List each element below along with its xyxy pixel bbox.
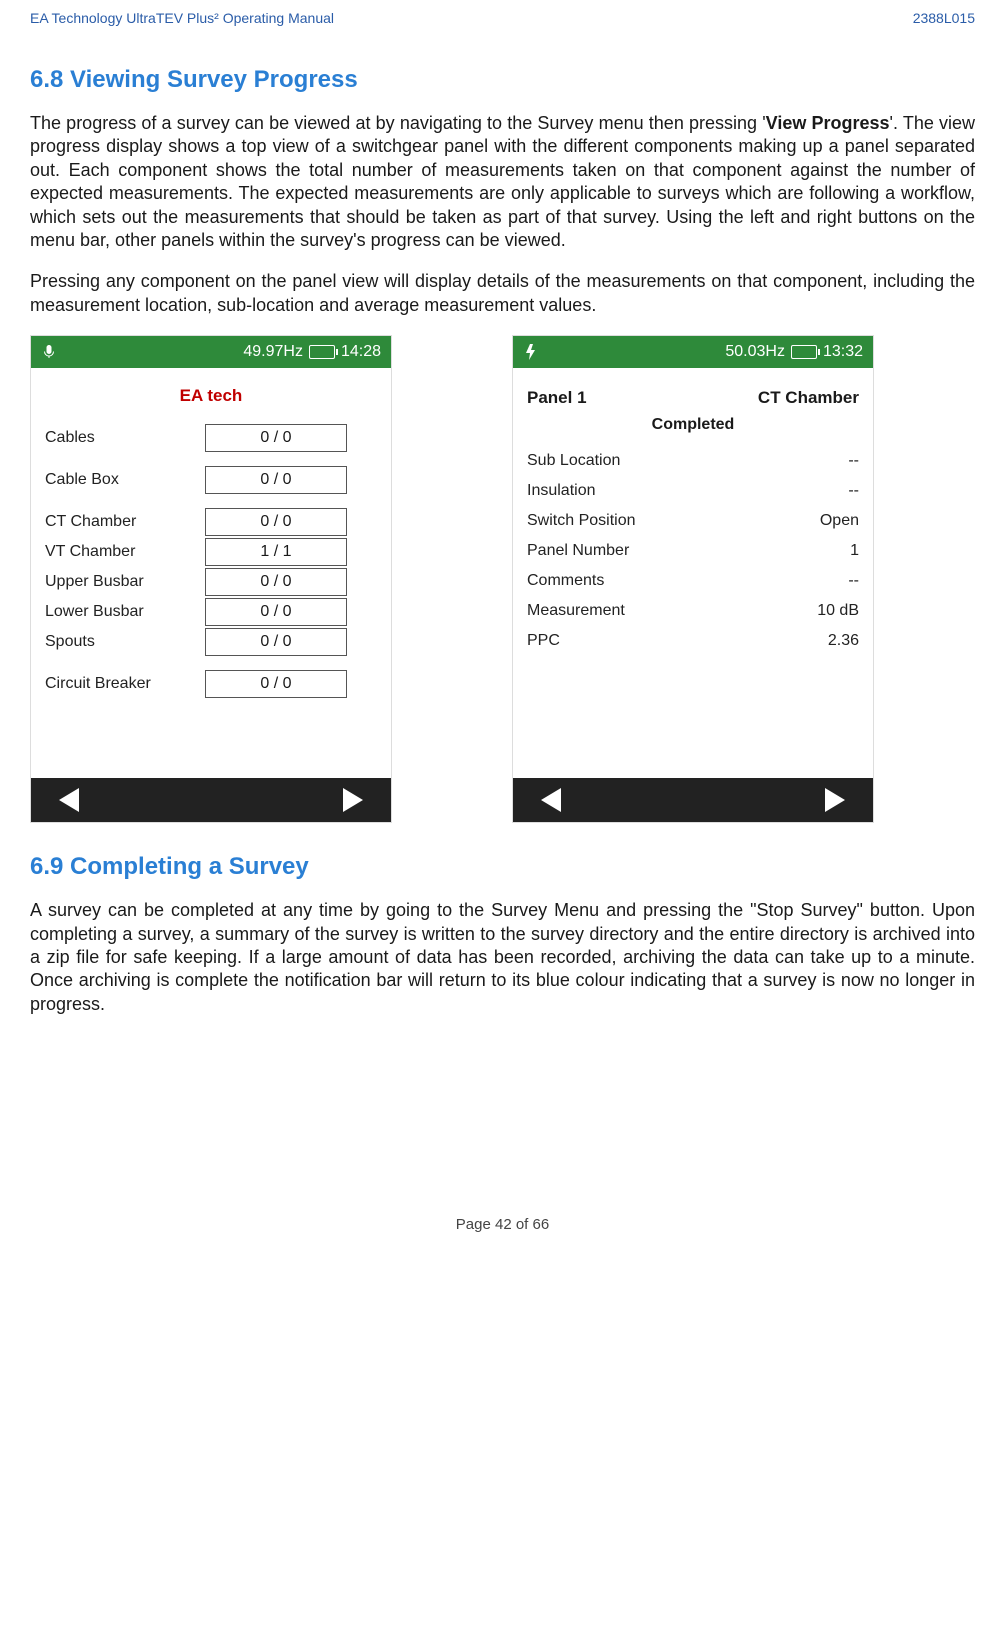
detail-value: 10 dB [817,602,859,620]
component-count: 0 / 0 [205,466,347,494]
component-row[interactable]: Cables0 / 0 [45,424,377,452]
component-label: Upper Busbar [45,569,205,595]
component-count: 0 / 0 [205,598,347,626]
detail-row: Measurement 10 dB [527,596,859,626]
component-row[interactable]: CT Chamber0 / 0 [45,508,377,536]
section-6-9-p1: A survey can be completed at any time by… [30,899,975,1016]
nav-bar [513,778,873,822]
component-count: 0 / 0 [205,424,347,452]
mic-icon [41,344,57,360]
detail-row: Comments -- [527,566,859,596]
detail-label: Panel Number [527,542,629,560]
time-label: 14:28 [341,343,381,361]
screen-title: EA tech [180,386,243,405]
device-screenshot-detail-view: 50.03Hz 13:32 Panel 1 CT Chamber Complet… [512,335,874,823]
detail-value: -- [848,452,859,470]
component-label: VT Chamber [45,539,205,565]
detail-label: Comments [527,572,604,590]
component-count: 0 / 0 [205,670,347,698]
detail-row: Switch Position Open [527,506,859,536]
component-label: Cables [45,425,205,451]
section-6-8-p2: Pressing any component on the panel view… [30,270,975,317]
component-row[interactable]: Upper Busbar0 / 0 [45,568,377,596]
detail-row: Panel Number 1 [527,536,859,566]
detail-value: 2.36 [828,632,859,650]
doc-number: 2388L015 [913,10,975,26]
section-6-9-heading: 6.9 Completing a Survey [30,853,975,881]
component-row[interactable]: Circuit Breaker0 / 0 [45,670,377,698]
next-panel-button[interactable] [343,788,363,812]
status-bar: 50.03Hz 13:32 [513,336,873,368]
component-count: 0 / 0 [205,568,347,596]
detail-value: -- [848,482,859,500]
prev-measurement-button[interactable] [541,788,561,812]
component-label: Spouts [45,629,205,655]
detail-value: 1 [850,542,859,560]
next-measurement-button[interactable] [825,788,845,812]
detail-label: Switch Position [527,512,636,530]
component-label: CT Chamber [45,509,205,535]
status-bar: 49.97Hz 14:28 [31,336,391,368]
prev-panel-button[interactable] [59,788,79,812]
component-label: Lower Busbar [45,599,205,625]
component-label: CT Chamber [758,388,859,408]
frequency-label: 49.97Hz [243,343,303,361]
detail-row: Sub Location -- [527,446,859,476]
page-footer: Page 42 of 66 [30,1216,975,1233]
detail-row: PPC 2.36 [527,626,859,656]
component-count: 0 / 0 [205,628,347,656]
detail-label: Insulation [527,482,596,500]
nav-bar [31,778,391,822]
battery-icon [791,345,817,359]
component-label: Circuit Breaker [45,671,205,697]
detail-label: Sub Location [527,452,620,470]
detail-value: -- [848,572,859,590]
section-6-8-p1: The progress of a survey can be viewed a… [30,112,975,252]
detail-label: PPC [527,632,560,650]
detail-value: Open [820,512,859,530]
bolt-icon [523,344,539,360]
doc-title: EA Technology UltraTEV Plus² Operating M… [30,10,334,26]
component-count: 0 / 0 [205,508,347,536]
status-label: Completed [527,416,859,434]
component-row[interactable]: Lower Busbar0 / 0 [45,598,377,626]
component-row[interactable]: VT Chamber1 / 1 [45,538,377,566]
frequency-label: 50.03Hz [725,343,785,361]
battery-icon [309,345,335,359]
component-count: 1 / 1 [205,538,347,566]
component-label: Cable Box [45,467,205,493]
time-label: 13:32 [823,343,863,361]
panel-label: Panel 1 [527,388,587,408]
detail-row: Insulation -- [527,476,859,506]
component-row[interactable]: Spouts0 / 0 [45,628,377,656]
section-6-8-heading: 6.8 Viewing Survey Progress [30,66,975,94]
device-screenshot-panel-view: 49.97Hz 14:28 EA tech Cables0 / 0Cable B… [30,335,392,823]
component-row[interactable]: Cable Box0 / 0 [45,466,377,494]
detail-label: Measurement [527,602,625,620]
